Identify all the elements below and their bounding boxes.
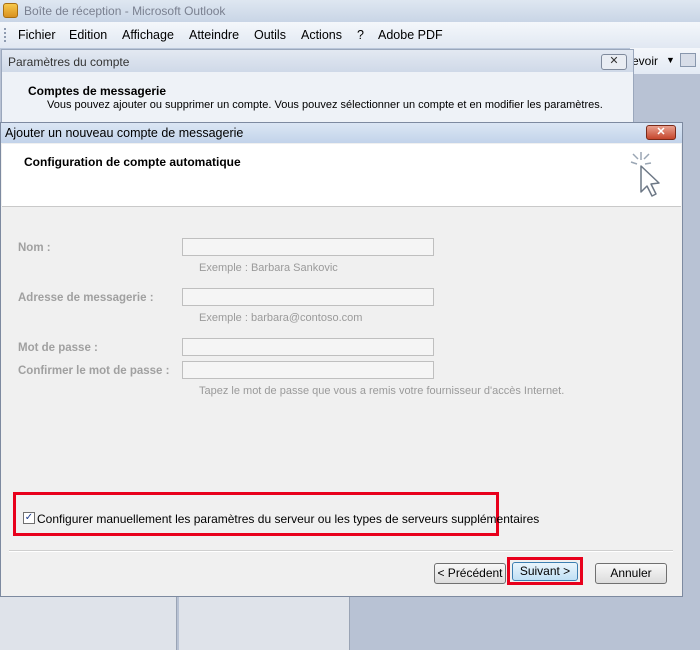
close-icon[interactable]: ✕ [601,54,627,70]
name-label: Nom : [18,242,51,254]
manual-config-checkbox[interactable]: ✓ [23,512,35,524]
banner-title: Configuration de compte automatique [24,155,241,169]
send-receive-button[interactable]: evoir [632,54,658,68]
menu-outils[interactable]: Outils [254,28,286,42]
background-pane-middle [179,595,350,650]
next-button[interactable]: Suivant > [512,562,578,581]
menu-help[interactable]: ? [357,28,364,42]
email-hint: Exemple : barbara@contoso.com [199,312,363,324]
password-field[interactable] [182,338,434,356]
menu-bar: Fichier Edition Affichage Atteindre Outi… [0,22,700,49]
package-icon[interactable] [680,53,696,67]
confirm-password-label: Confirmer le mot de passe : [18,365,170,377]
dialog-title: Ajouter un nouveau compte de messagerie [5,126,244,140]
outlook-icon [3,3,18,18]
email-accounts-description: Vous pouvez ajouter ou supprimer un comp… [47,99,603,111]
account-settings-title: Paramètres du compte [8,55,130,69]
cancel-button[interactable]: Annuler [595,563,667,584]
account-settings-dialog: Paramètres du compte ✕ Comptes de messag… [1,49,634,129]
name-field[interactable] [182,238,434,256]
menu-atteindre[interactable]: Atteindre [189,28,239,42]
dialog-banner: Configuration de compte automatique [2,144,681,207]
manual-config-label[interactable]: Configurer manuellement les paramètres d… [37,512,539,526]
password-label: Mot de passe : [18,342,98,354]
confirm-password-field[interactable] [182,361,434,379]
account-settings-title-bar: Paramètres du compte ✕ [2,50,633,72]
menu-edition[interactable]: Edition [69,28,107,42]
background-pane-left [0,595,177,650]
next-button-highlight: Suivant > [507,557,583,585]
menu-fichier[interactable]: Fichier [18,28,56,42]
password-hint: Tapez le mot de passe que vous a remis v… [199,385,565,397]
add-account-dialog: Ajouter un nouveau compte de messagerie … [0,122,683,597]
menu-actions[interactable]: Actions [301,28,342,42]
chevron-down-icon[interactable]: ▼ [666,55,675,65]
name-hint: Exemple : Barbara Sankovic [199,262,338,274]
dialog-title-bar: Ajouter un nouveau compte de messagerie … [1,123,682,143]
dialog-close-button[interactable]: ✕ [646,125,676,140]
toolbar-grip-icon[interactable] [4,28,9,42]
previous-button[interactable]: < Précédent [434,563,506,584]
email-accounts-heading: Comptes de messagerie [28,84,167,98]
cursor-sparkle-icon [630,152,660,197]
toolbar-fragment: evoir ▼ [630,48,700,74]
manual-config-highlight: ✓ Configurer manuellement les paramètres… [13,492,539,536]
email-label: Adresse de messagerie : [18,292,154,304]
window-title: Boîte de réception - Microsoft Outlook [24,4,226,18]
menu-adobe-pdf[interactable]: Adobe PDF [378,28,443,42]
email-field[interactable] [182,288,434,306]
menu-affichage[interactable]: Affichage [122,28,174,42]
button-separator [9,550,673,552]
outlook-title-bar: Boîte de réception - Microsoft Outlook [0,0,700,22]
